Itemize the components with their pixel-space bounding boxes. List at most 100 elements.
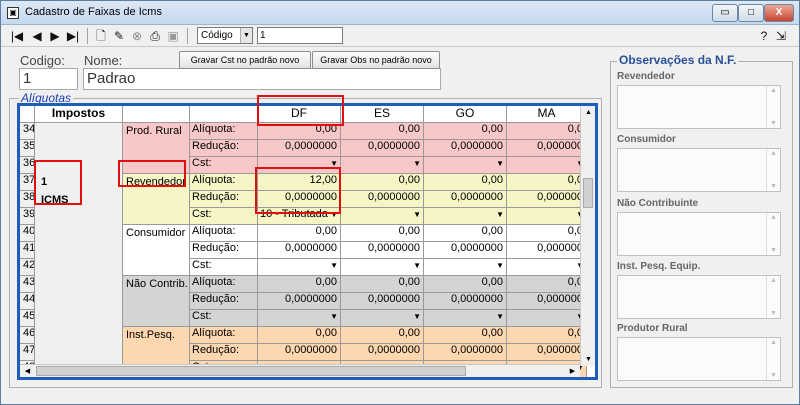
value-cell[interactable]: 0,000000 <box>507 293 587 310</box>
value-cell[interactable]: 0,000000 <box>507 242 587 259</box>
value-cell[interactable]: 0,00 <box>258 378 341 380</box>
value-cell[interactable]: 0,0000000 <box>424 140 507 157</box>
close-button[interactable]: X <box>764 4 794 22</box>
value-cell[interactable]: 0,00 <box>341 327 424 344</box>
chevron-down-icon[interactable]: ▼ <box>413 157 421 170</box>
value-cell[interactable]: 0,0000000 <box>341 293 424 310</box>
value-cell[interactable]: 0,0000000 <box>424 344 507 361</box>
chevron-down-icon[interactable]: ▼ <box>413 310 421 323</box>
aliquotas-grid[interactable]: Impostos DF ES GO MA 1 ICMS Prod. Rural 34 Alíquo… <box>17 103 598 380</box>
value-cell[interactable]: 0,00 <box>424 378 507 380</box>
cst-select[interactable]: ▼ <box>341 310 424 327</box>
obs-textarea[interactable]: ▲ ▼ <box>617 275 781 319</box>
search-input[interactable]: 1 <box>257 27 343 44</box>
textarea-scrollbar[interactable]: ▲ ▼ <box>766 149 780 191</box>
value-cell[interactable]: 0,0 <box>507 378 587 380</box>
chevron-down-icon[interactable]: ▼ <box>330 259 338 272</box>
value-cell[interactable]: 0,00 <box>341 174 424 191</box>
prev-record-icon[interactable]: ◀ <box>29 28 45 44</box>
help-icon[interactable]: ? <box>756 28 772 44</box>
cst-select[interactable]: ▼ <box>424 259 507 276</box>
value-cell[interactable]: 0,0000000 <box>341 344 424 361</box>
value-cell[interactable]: 0,0000000 <box>424 191 507 208</box>
value-cell[interactable]: 0,00 <box>424 123 507 140</box>
scroll-down-icon[interactable]: ▼ <box>581 353 595 366</box>
value-cell[interactable]: 0,00 <box>341 276 424 293</box>
chevron-down-icon[interactable]: ▼ <box>240 28 252 43</box>
scroll-down-icon[interactable]: ▼ <box>767 120 780 127</box>
value-cell[interactable]: 0,00 <box>424 174 507 191</box>
cst-select[interactable]: ▼ <box>424 310 507 327</box>
textarea-scrollbar[interactable]: ▲ ▼ <box>766 276 780 318</box>
gravar-obs-button[interactable]: Gravar Obs no padrão novo <box>312 51 440 69</box>
chevron-down-icon[interactable]: ▼ <box>413 259 421 272</box>
value-cell[interactable]: 0,0000000 <box>424 242 507 259</box>
gravar-cst-button[interactable]: Gravar Cst no padrão novo <box>179 51 311 69</box>
chevron-down-icon[interactable]: ▼ <box>496 157 504 170</box>
value-cell[interactable]: 0,00 <box>258 276 341 293</box>
cst-select[interactable]: ▼ <box>341 259 424 276</box>
cancel-icon[interactable]: ⊗ <box>129 28 145 44</box>
value-cell[interactable]: 0,0 <box>507 225 587 242</box>
scroll-up-icon[interactable]: ▲ <box>767 214 780 221</box>
scroll-down-icon[interactable]: ▼ <box>767 183 780 190</box>
scroll-down-icon[interactable]: ▼ <box>767 372 780 379</box>
value-cell[interactable]: 0,00 <box>424 327 507 344</box>
cst-select[interactable]: ▼ <box>507 310 587 327</box>
first-record-icon[interactable]: |◀ <box>9 28 25 44</box>
value-cell[interactable]: 0,000000 <box>507 191 587 208</box>
scroll-down-icon[interactable]: ▼ <box>767 247 780 254</box>
value-cell[interactable]: 0,00 <box>341 378 424 380</box>
scroll-right-icon[interactable]: ▶ <box>565 365 580 377</box>
value-cell[interactable]: 0,0000000 <box>258 140 341 157</box>
scroll-up-icon[interactable]: ▲ <box>767 339 780 346</box>
exit-door-icon[interactable]: ⇲ <box>773 28 789 44</box>
value-cell[interactable]: 0,000000 <box>507 344 587 361</box>
value-cell[interactable]: 0,0000000 <box>258 344 341 361</box>
minimize-button[interactable]: ▭ <box>712 4 738 22</box>
obs-textarea[interactable]: ▲ ▼ <box>617 85 781 129</box>
value-cell[interactable]: 0,0000000 <box>258 242 341 259</box>
horizontal-scrollbar[interactable]: ◀ ▶ <box>20 364 580 377</box>
textarea-scrollbar[interactable]: ▲ ▼ <box>766 338 780 380</box>
codigo-field[interactable]: 1 <box>19 68 78 90</box>
value-cell[interactable]: 0,00 <box>258 225 341 242</box>
value-cell[interactable]: 0,0 <box>507 327 587 344</box>
value-cell[interactable]: 0,00 <box>341 123 424 140</box>
search-field-select[interactable]: Código ▼ <box>197 27 253 44</box>
nome-field[interactable]: Padrao <box>83 68 441 90</box>
value-cell[interactable]: 0,0000000 <box>424 293 507 310</box>
cst-select[interactable]: ▼ <box>341 208 424 225</box>
scroll-up-icon[interactable]: ▲ <box>767 87 780 94</box>
value-cell[interactable]: 0,0000000 <box>258 293 341 310</box>
chevron-down-icon[interactable]: ▼ <box>496 310 504 323</box>
scroll-up-icon[interactable]: ▲ <box>767 277 780 284</box>
scroll-up-icon[interactable]: ▲ <box>581 106 595 119</box>
cst-select[interactable]: ▼ <box>258 310 341 327</box>
chevron-down-icon[interactable]: ▼ <box>330 310 338 323</box>
next-record-icon[interactable]: ▶ <box>47 28 63 44</box>
cst-select[interactable]: ▼ <box>258 259 341 276</box>
cst-select[interactable]: ▼ <box>507 208 587 225</box>
cst-select[interactable]: ▼ <box>341 157 424 174</box>
value-cell[interactable]: 0,0000000 <box>341 140 424 157</box>
value-cell[interactable]: 0,0 <box>507 123 587 140</box>
new-document-icon[interactable]: 🗋 <box>93 28 109 44</box>
save-icon[interactable]: ▣ <box>165 28 181 44</box>
cst-select[interactable]: ▼ <box>507 157 587 174</box>
cst-select[interactable]: ▼ <box>424 157 507 174</box>
textarea-scrollbar[interactable]: ▲ ▼ <box>766 86 780 128</box>
maximize-button[interactable]: □ <box>738 4 764 22</box>
value-cell[interactable]: 0,0000000 <box>341 191 424 208</box>
value-cell[interactable]: 0,0 <box>507 276 587 293</box>
scroll-thumb-h[interactable] <box>36 366 466 376</box>
chevron-down-icon[interactable]: ▼ <box>496 259 504 272</box>
edit-icon[interactable]: ✎ <box>111 28 127 44</box>
cst-select[interactable]: ▼ <box>424 208 507 225</box>
print-icon[interactable]: ⎙ <box>147 28 163 44</box>
value-cell[interactable]: 0,0 <box>507 174 587 191</box>
textarea-scrollbar[interactable]: ▲ ▼ <box>766 213 780 255</box>
obs-textarea[interactable]: ▲ ▼ <box>617 148 781 192</box>
scroll-thumb[interactable] <box>583 178 593 208</box>
chevron-down-icon[interactable]: ▼ <box>413 208 421 221</box>
